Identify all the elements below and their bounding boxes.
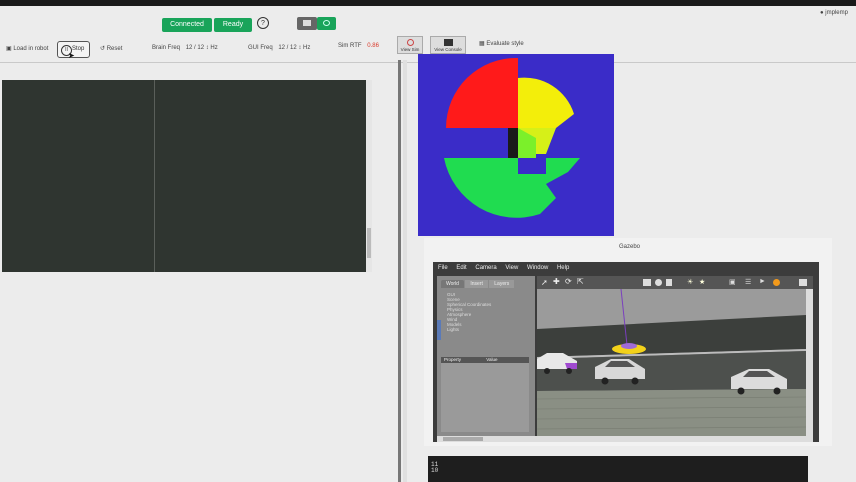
mouse-cursor-icon: ➤ [68,51,75,60]
rotate-icon[interactable]: ⟳ [565,277,572,286]
menu-file[interactable]: File [438,265,448,271]
fullscreen-icon[interactable] [799,279,807,286]
pane-splitter[interactable] [398,60,401,482]
load-robot-button[interactable]: ▣ Load in robot [6,45,48,52]
tab-insert[interactable]: Insert [465,280,488,288]
translate-icon[interactable]: ✚ [553,277,560,286]
mode-toggle-right[interactable] [317,17,336,30]
flag-icon [303,20,311,26]
user-menu[interactable]: ● jmplemp [820,10,848,16]
mode-toggle-left[interactable] [297,17,317,30]
reset-button[interactable]: ↺ Reset [100,45,122,52]
road-scene-graphic [537,289,806,436]
menu-view[interactable]: View [505,265,518,271]
evaluate-label: Evaluate style [486,41,524,47]
reset-label: Reset [106,46,123,52]
value-header: Value [486,357,498,362]
view-console-button[interactable]: View Console [430,36,466,54]
view-sim-button[interactable]: View Sim [397,36,423,54]
sim-rtf-value: 0.86 [367,43,379,49]
connected-status-button[interactable]: Connected [162,18,212,32]
tab-layers[interactable]: Layers [489,280,515,288]
horizontal-scroll-thumb[interactable] [443,437,483,441]
menu-window[interactable]: Window [527,265,548,271]
gazebo-menubar: File Edit Camera View Window Help [438,265,576,271]
gazebo-horizontal-scrollbar[interactable] [437,436,813,442]
sim-rtf-label: Sim RTF [338,43,362,49]
brain-freq-group: Brain Freq 12 / 12 ↕ Hz [152,45,218,51]
property-header: Property [444,357,462,362]
ready-status-button[interactable]: Ready [214,18,252,32]
property-table[interactable] [441,363,529,432]
laser-visualization [418,54,614,236]
code-editor-pane[interactable] [2,80,366,272]
editor-gutter-line [154,80,155,272]
gazebo-title: Gazebo [619,244,641,250]
load-robot-label: Load in robot [13,46,49,52]
connected-label: Connected [170,21,204,28]
record-icon[interactable] [773,279,780,286]
tree-item[interactable]: Lights [447,327,491,332]
ready-label: Ready [222,21,244,28]
log-icon[interactable]: ☰ [745,278,751,286]
menu-help[interactable]: Help [557,265,569,271]
gazebo-3d-scene[interactable] [537,289,806,436]
gazebo-tab-bar: World Insert Layers [441,280,529,289]
box-shape-icon[interactable] [643,279,651,286]
tab-world[interactable]: World [441,280,464,288]
headphones-icon[interactable]: ► [759,278,766,285]
gui-freq-group: GUI Freq 12 / 12 ↕ Hz [248,45,310,51]
world-tree: GUI Scene Spherical Coordinates Physics … [447,292,491,332]
editor-scroll-thumb[interactable] [367,228,371,258]
view-console-label: View Console [434,47,462,52]
user-label: jmplemp [825,10,848,16]
laser-scan-graphic [444,57,580,218]
gui-freq-label: GUI Freq [248,45,273,51]
brain-freq-value[interactable]: 12 / 12 ↕ Hz [186,45,218,51]
evaluate-style-button[interactable]: ▦ Evaluate style [479,40,524,47]
menu-camera[interactable]: Camera [475,265,496,271]
right-pane-scrollbar[interactable] [403,60,407,482]
view-sim-label: View Sim [400,47,420,52]
select-arrow-icon[interactable]: ➚ [541,278,548,287]
sim-rtf-group: Sim RTF 0.86 [338,43,379,49]
spot-light-icon[interactable]: ★ [699,278,705,286]
point-light-icon[interactable]: ☀ [687,278,693,286]
gazebo-side-panel: World Insert Layers GUI Scene Spherical … [437,276,535,436]
panel-collapse-handle[interactable] [437,320,441,340]
console-icon [444,39,453,46]
scene-scrollbar[interactable] [806,289,813,436]
editor-scrollbar[interactable] [366,80,372,272]
sim-icon [407,39,414,46]
console-output[interactable]: 11 10 [428,456,808,482]
camera-icon [323,20,330,26]
gui-freq-value[interactable]: 12 / 12 ↕ Hz [278,45,310,51]
sphere-shape-icon[interactable] [655,279,662,286]
brain-freq-label: Brain Freq [152,45,181,51]
help-circle-icon[interactable]: ? [257,17,269,29]
reset-icon: ↺ [100,46,107,52]
gazebo-toolbar: ➚ ✚ ⟳ ⇱ ☀ ★ ▣ ☰ ► [537,276,813,289]
cylinder-shape-icon[interactable] [666,279,672,286]
console-line: 10 [431,467,439,474]
screenshot-icon[interactable]: ▣ [729,278,736,286]
menu-edit[interactable]: Edit [456,265,466,271]
scale-icon[interactable]: ⇱ [577,277,584,286]
